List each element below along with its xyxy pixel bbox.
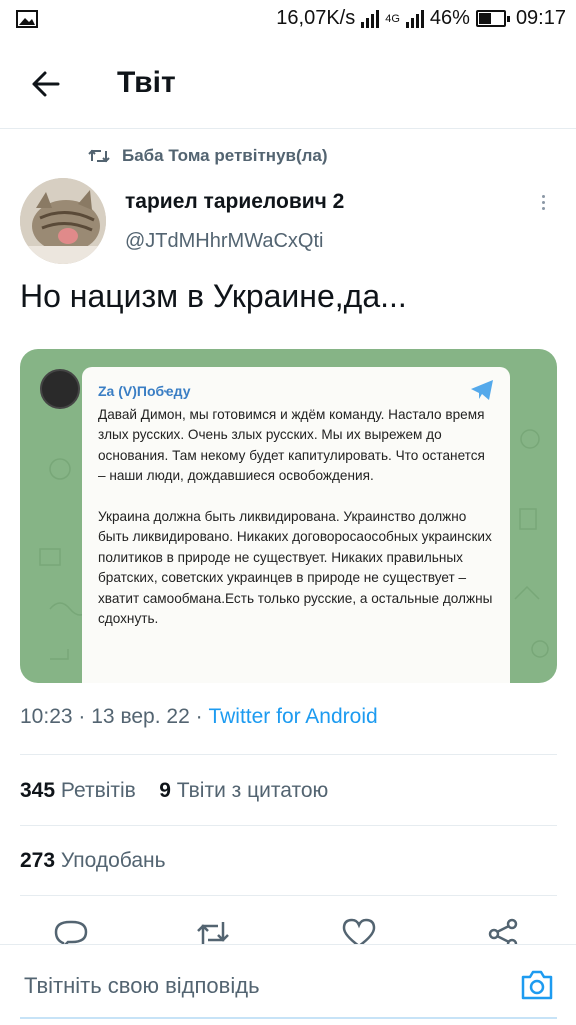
tweet-source-link[interactable]: Twitter for Android (208, 705, 377, 728)
more-options-icon[interactable] (536, 192, 550, 216)
author-name[interactable]: тариел тариелович 2 (125, 190, 344, 214)
quotes-label: Твіти з цитатою (176, 779, 329, 802)
network-type: 4G (385, 12, 400, 25)
divider (20, 825, 557, 826)
retweets-label: Ретвітів (60, 779, 136, 802)
clock: 09:17 (515, 7, 566, 29)
retweet-icon (88, 149, 110, 163)
likes-label: Уподобань (60, 849, 166, 872)
quotes-stat[interactable]: 9 Твіти з цитатою (159, 779, 328, 802)
tweet-actions (0, 918, 576, 948)
retweeted-by-label: Баба Тома ретвітнув(ла) (122, 146, 328, 165)
retweets-stat[interactable]: 345 Ретвітів (20, 779, 136, 802)
tweet-media-image[interactable]: Za (V)Побҽду Давай Димон, мы готовимся и… (20, 349, 557, 683)
reply-input[interactable]: Твітніть свою відповідь (24, 973, 260, 999)
divider (20, 754, 557, 755)
battery-percent: 46% (429, 7, 470, 29)
retweets-count: 345 (20, 779, 56, 802)
camera-icon[interactable] (520, 969, 554, 1001)
likes-stat[interactable]: 273 Уподобань (20, 849, 166, 873)
status-bar: 16,07K/s 4G 46% 09:17 (0, 0, 576, 38)
page-title: Твіт (117, 66, 176, 99)
cat-avatar-image (20, 178, 106, 264)
tweet-time: 10:23 (20, 705, 73, 728)
telegram-paragraph: Украина должна быть ликвидирована. Украи… (98, 508, 493, 627)
reply-input-underline (20, 1017, 557, 1019)
telegram-message-card: Za (V)Побҽду Давай Димон, мы готовимся и… (82, 367, 510, 683)
telegram-paragraph: Давай Димон, мы готовимся и ждём команду… (98, 406, 485, 484)
quotes-count: 9 (159, 779, 171, 802)
retweet-quote-stats: 345 Ретвітів 9 Твіти з цитатою (20, 779, 328, 803)
author-handle[interactable]: @JTdMHhrMWaCxQti (125, 230, 323, 253)
telegram-icon (471, 380, 493, 400)
image-icon (16, 10, 38, 28)
reply-bar: Твітніть свою відповідь (0, 944, 576, 1025)
avatar[interactable] (20, 178, 106, 264)
wifi-signal-icon (361, 9, 380, 28)
cell-signal-icon (405, 9, 424, 28)
channel-avatar (40, 369, 80, 409)
meta-separator: · (195, 705, 203, 728)
top-app-bar: Твіт (0, 38, 576, 129)
tweet-meta: 10:23 · 13 вер. 22 · Twitter for Android (20, 705, 378, 729)
meta-separator: · (78, 705, 86, 728)
likes-count: 273 (20, 849, 56, 872)
arrow-left-icon[interactable] (26, 64, 66, 104)
retweeted-by[interactable]: Баба Тома ретвітнув(ла) (88, 146, 328, 166)
tweet-text: Но нацизм в Украине,да... (20, 278, 407, 314)
battery-icon (475, 10, 510, 27)
tweet-date: 13 вер. 22 (91, 705, 190, 728)
telegram-channel-name: Za (V)Побҽду (98, 383, 191, 399)
network-speed: 16,07K/s (276, 7, 356, 29)
divider (20, 895, 557, 896)
